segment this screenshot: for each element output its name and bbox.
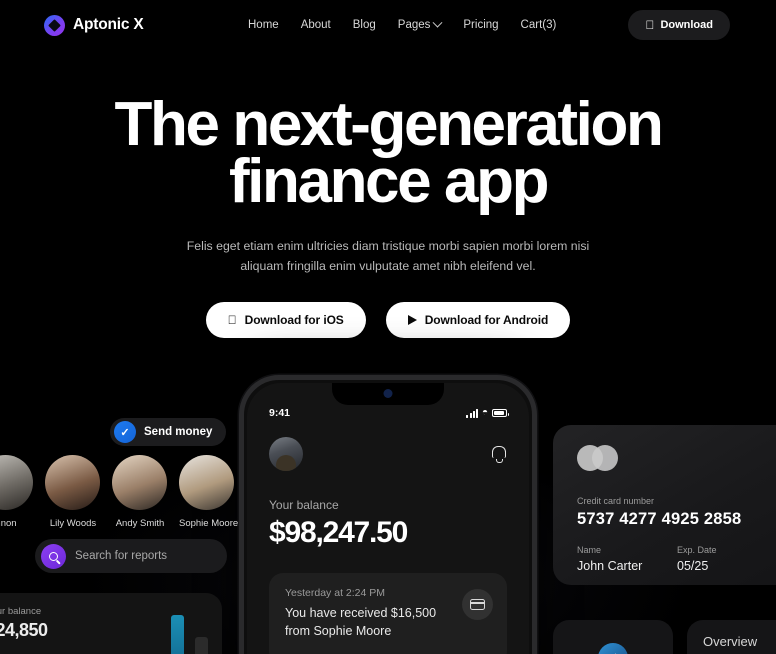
phone-notch xyxy=(332,383,444,405)
overview-card[interactable]: Overview xyxy=(687,620,776,654)
download-android-button[interactable]: Download for Android xyxy=(385,302,571,338)
notification-time: Yesterday at 2:24 PM xyxy=(285,587,386,599)
check-circle-icon: ✓ xyxy=(114,421,136,443)
search-input[interactable]: Search for reports xyxy=(75,550,167,562)
nav-link-label: Blog xyxy=(352,19,376,31)
nav-link-home[interactable]: Home xyxy=(248,19,279,31)
nav-links: Home About Blog Pages Pricing Cart(3) xyxy=(248,17,557,31)
battery-icon xyxy=(492,409,509,417)
apple-icon:  xyxy=(645,19,654,31)
mastercard-icon xyxy=(577,445,619,471)
card-exp-label: Exp. Date xyxy=(677,545,717,555)
balance-chart-card: Your balance $24,850 xyxy=(0,593,222,654)
apple-icon:  xyxy=(228,314,237,326)
status-time: 9:41 xyxy=(269,407,291,419)
status-icons: ◓ xyxy=(466,407,509,418)
transfer-arrows-icon: ⇄ xyxy=(598,643,628,654)
wifi-icon: ◓ xyxy=(481,407,488,418)
avatar xyxy=(0,455,33,510)
download-android-label: Download for Android xyxy=(420,313,549,327)
card-exp-col: Exp. Date 05/25 xyxy=(677,545,776,573)
list-item[interactable]: Lily Woods xyxy=(45,455,101,529)
contact-name: Andy Smith xyxy=(115,518,165,529)
search-bar[interactable]: Search for reports xyxy=(35,539,227,573)
nav-link-label: About xyxy=(300,19,331,31)
notification-text: You have received $16,500 from Sophie Mo… xyxy=(285,606,437,638)
nav-link-pages[interactable]: Pages xyxy=(397,17,443,31)
send-money-label: Send money xyxy=(144,426,213,438)
avatar xyxy=(179,455,234,510)
card-meta-row: Name John Carter Exp. Date 05/25 xyxy=(577,545,776,573)
brand-name: Aptonic X xyxy=(73,16,144,33)
download-ios-button[interactable]:  Download for iOS xyxy=(205,302,366,338)
card-name-col: Name John Carter xyxy=(577,545,677,573)
phone-balance-label: Your balance xyxy=(269,498,339,512)
nav-link-label: Home xyxy=(248,19,279,31)
bar-3 xyxy=(171,615,184,654)
landing-page: Aptonic X Home About Blog Pages Pricing … xyxy=(0,0,776,654)
play-store-icon xyxy=(407,315,417,325)
download-button-label: Download xyxy=(660,19,713,31)
overview-title: Overview xyxy=(703,634,758,649)
bar-4 xyxy=(195,637,208,654)
camera-icon xyxy=(383,389,393,398)
bell-icon[interactable] xyxy=(489,445,507,463)
nav-link-label: Cart(3) xyxy=(520,19,557,31)
nav-link-about[interactable]: About xyxy=(301,19,331,31)
card-number-value: 5737 4277 4925 2858 xyxy=(577,510,742,528)
credit-card-panel: Credit card number 5737 4277 4925 2858 N… xyxy=(553,425,776,585)
nav-link-label: Pricing xyxy=(463,19,499,31)
list-item[interactable]: nnon xyxy=(0,455,34,529)
hero-section: The next-generation finance app Felis eg… xyxy=(0,0,776,338)
notification-card[interactable]: Yesterday at 2:24 PM You have received $… xyxy=(269,573,507,654)
nav-link-label: Pages xyxy=(397,19,431,31)
nav-link-pricing[interactable]: Pricing xyxy=(463,19,498,31)
list-item[interactable]: Andy Smith xyxy=(112,455,168,529)
search-icon xyxy=(41,543,66,569)
nav-link-cart[interactable]: Cart(3) xyxy=(521,19,557,31)
diamond-logo-icon xyxy=(44,14,65,36)
contact-name: Sophie Moore xyxy=(179,518,239,529)
phone-balance-amount: $98,247.50 xyxy=(269,516,408,549)
avatar xyxy=(112,455,167,510)
card-name-value: John Carter xyxy=(577,559,643,573)
page-title: The next-generation finance app xyxy=(0,94,776,213)
card-number-label: Credit card number xyxy=(577,496,655,506)
nav-link-blog[interactable]: Blog xyxy=(353,19,376,31)
list-item[interactable]: Sophie Moore xyxy=(179,455,239,529)
chevron-down-icon xyxy=(432,17,443,28)
credit-card-icon xyxy=(462,589,493,620)
download-button[interactable]:  Download xyxy=(628,10,730,40)
phone-status-bar: 9:41 ◓ xyxy=(247,407,529,419)
contacts-list: nnon Lily Woods Andy Smith Sophie Moore xyxy=(0,455,239,529)
hero-cta-group:  Download for iOS Download for Android xyxy=(0,302,776,338)
signal-bars-icon xyxy=(466,408,478,418)
phone-header xyxy=(247,437,529,471)
download-ios-label: Download for iOS xyxy=(240,313,344,327)
bar-chart xyxy=(123,611,208,654)
contact-name: Lily Woods xyxy=(49,518,97,529)
navbar: Aptonic X Home About Blog Pages Pricing … xyxy=(0,0,776,50)
transfer-card[interactable]: ⇄ xyxy=(553,620,673,654)
send-money-badge[interactable]: ✓ Send money xyxy=(110,418,227,446)
phone-mockup: 9:41 ◓ Your balance $98,247.50 Yesterday… xyxy=(239,375,537,654)
hero-title-line2: finance app xyxy=(228,147,550,216)
card-name-label: Name xyxy=(577,545,602,555)
avatar[interactable] xyxy=(269,437,303,471)
phone-screen: 9:41 ◓ Your balance $98,247.50 Yesterday… xyxy=(247,383,529,654)
brand-logo[interactable]: Aptonic X xyxy=(44,14,144,36)
hero-subtitle: Felis eget etiam enim ultricies diam tri… xyxy=(186,239,590,273)
card-exp-value: 05/25 xyxy=(677,559,709,573)
avatar xyxy=(45,455,100,510)
contact-name: nnon xyxy=(0,518,17,529)
